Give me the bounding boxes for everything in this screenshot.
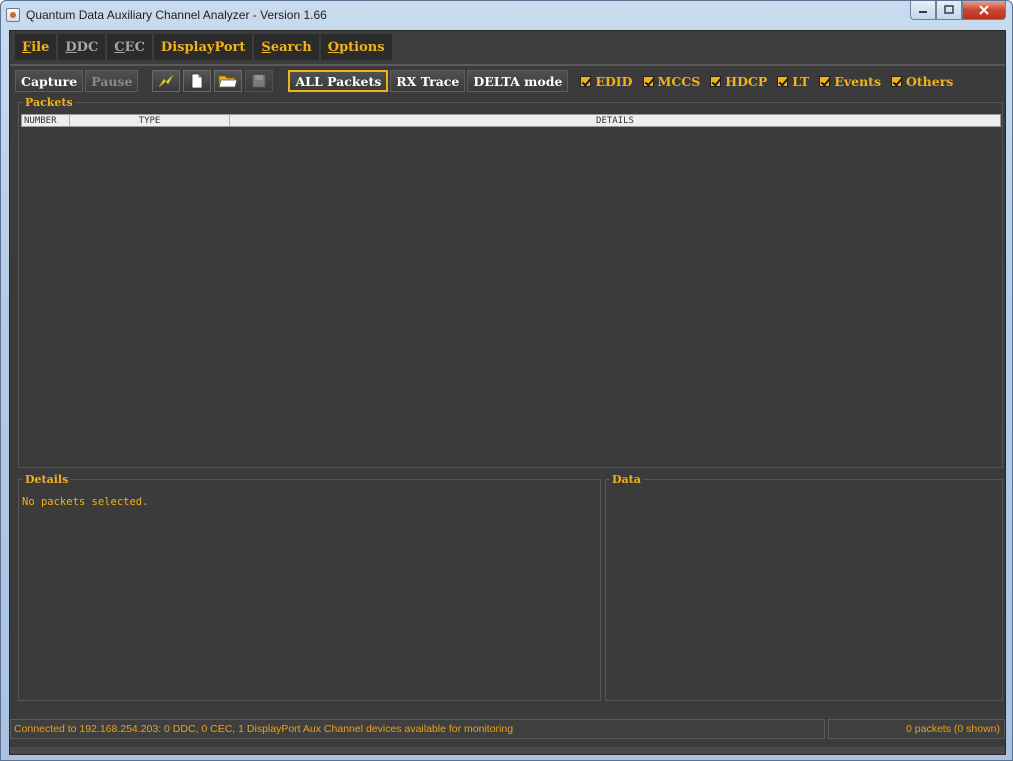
checkbox-label: EDID	[595, 73, 633, 89]
packets-panel-title: Packets	[23, 96, 75, 109]
details-panel: Details No packets selected.	[18, 473, 601, 701]
connection-status: Connected to 192.168.254.203: 0 DDC, 0 C…	[10, 719, 825, 739]
close-button[interactable]	[962, 1, 1006, 20]
filter-lt-checkbox[interactable]: LT	[777, 74, 809, 89]
save-icon	[253, 74, 266, 88]
checkbox-label: Events	[834, 73, 881, 89]
close-icon	[979, 5, 989, 15]
filter-edid-checkbox[interactable]: EDID	[580, 73, 633, 89]
menu-label: earch	[270, 39, 312, 55]
rx-trace-button[interactable]: RX Trace	[390, 70, 466, 92]
menu-displayport[interactable]: DisplayPort	[153, 34, 253, 60]
trigger-button[interactable]	[152, 70, 181, 92]
checkbox-label: HDCP	[725, 73, 768, 89]
minimize-icon	[919, 11, 927, 13]
save-button[interactable]	[245, 70, 274, 92]
window-title: Quantum Data Auxiliary Channel Analyzer …	[26, 8, 327, 22]
java-app-icon	[6, 8, 20, 22]
menu-label: DisplayPort	[160, 39, 246, 55]
menu-search[interactable]: Search	[254, 34, 319, 60]
menu-label: ile	[31, 39, 50, 55]
checkbox-checked-icon	[891, 75, 902, 87]
bottom-strip	[10, 747, 1005, 754]
menu-mnemonic: S	[261, 39, 271, 55]
checkbox-checked-icon	[580, 75, 592, 87]
menu-mnemonic: D	[65, 39, 77, 55]
column-header-type[interactable]: TYPE	[70, 115, 230, 126]
details-message: No packets selected.	[22, 496, 149, 508]
open-folder-icon	[218, 75, 238, 88]
maximize-icon	[944, 5, 954, 14]
column-header-number[interactable]: NUMBER	[22, 115, 70, 126]
menu-bar: File D DC C EC DisplayPort Search Options	[10, 31, 1005, 63]
application-window: Quantum Data Auxiliary Channel Analyzer …	[0, 0, 1013, 761]
lightning-icon	[159, 74, 174, 88]
checkbox-label: LT	[792, 73, 810, 89]
checkbox-checked-icon	[710, 75, 722, 87]
menu-separator	[10, 64, 1005, 66]
filter-events-checkbox[interactable]: Events	[819, 74, 881, 89]
filter-others-checkbox[interactable]: Others	[891, 74, 953, 89]
checkbox-label: MCCS	[657, 73, 701, 89]
status-bar: Connected to 192.168.254.203: 0 DDC, 0 C…	[10, 719, 1005, 739]
data-panel: Data	[605, 473, 1003, 701]
column-header-details[interactable]: DETAILS	[230, 115, 1000, 126]
menu-mnemonic: C	[114, 39, 125, 55]
menu-mnemonic: O	[327, 39, 340, 55]
capture-button[interactable]: Capture	[15, 70, 84, 92]
filter-mccs-checkbox[interactable]: MCCS	[642, 73, 701, 89]
new-file-icon	[192, 73, 203, 89]
window-controls	[910, 1, 1006, 20]
minimize-button[interactable]	[910, 1, 936, 20]
menu-label: ptions	[339, 39, 385, 55]
checkbox-label: Others	[906, 73, 954, 89]
packet-count: 0 packets (0 shown)	[828, 719, 1005, 739]
checkbox-checked-icon	[642, 75, 654, 87]
checkbox-checked-icon	[819, 75, 831, 87]
menu-options[interactable]: Options	[320, 34, 392, 60]
packets-table-header: NUMBER TYPE DETAILS	[21, 114, 1001, 127]
filter-hdcp-checkbox[interactable]: HDCP	[710, 74, 767, 89]
client-area: File D DC C EC DisplayPort Search Options …	[9, 30, 1006, 755]
pause-button[interactable]: Pause	[85, 70, 139, 92]
new-file-button[interactable]	[183, 70, 212, 92]
menu-mnemonic: F	[22, 39, 32, 55]
title-bar[interactable]: Quantum Data Auxiliary Channel Analyzer …	[1, 1, 1012, 29]
menu-label: DC	[76, 39, 99, 55]
maximize-button[interactable]	[936, 1, 962, 20]
open-folder-button[interactable]	[214, 70, 243, 92]
data-panel-title: Data	[610, 473, 643, 486]
all-packets-button[interactable]: ALL Packets	[288, 70, 389, 92]
toolbar: Capture Pause ALL Packets RX Trace DELTA…	[10, 67, 1005, 95]
delta-mode-button[interactable]: DELTA mode	[467, 70, 569, 92]
menu-file[interactable]: File	[15, 34, 57, 60]
menu-ddc[interactable]: D DC	[58, 34, 106, 60]
details-panel-title: Details	[23, 473, 71, 486]
menu-cec[interactable]: C EC	[107, 34, 152, 60]
menu-label: EC	[124, 39, 145, 55]
packets-panel: Packets NUMBER TYPE DETAILS	[18, 96, 1003, 468]
checkbox-checked-icon	[777, 75, 789, 87]
